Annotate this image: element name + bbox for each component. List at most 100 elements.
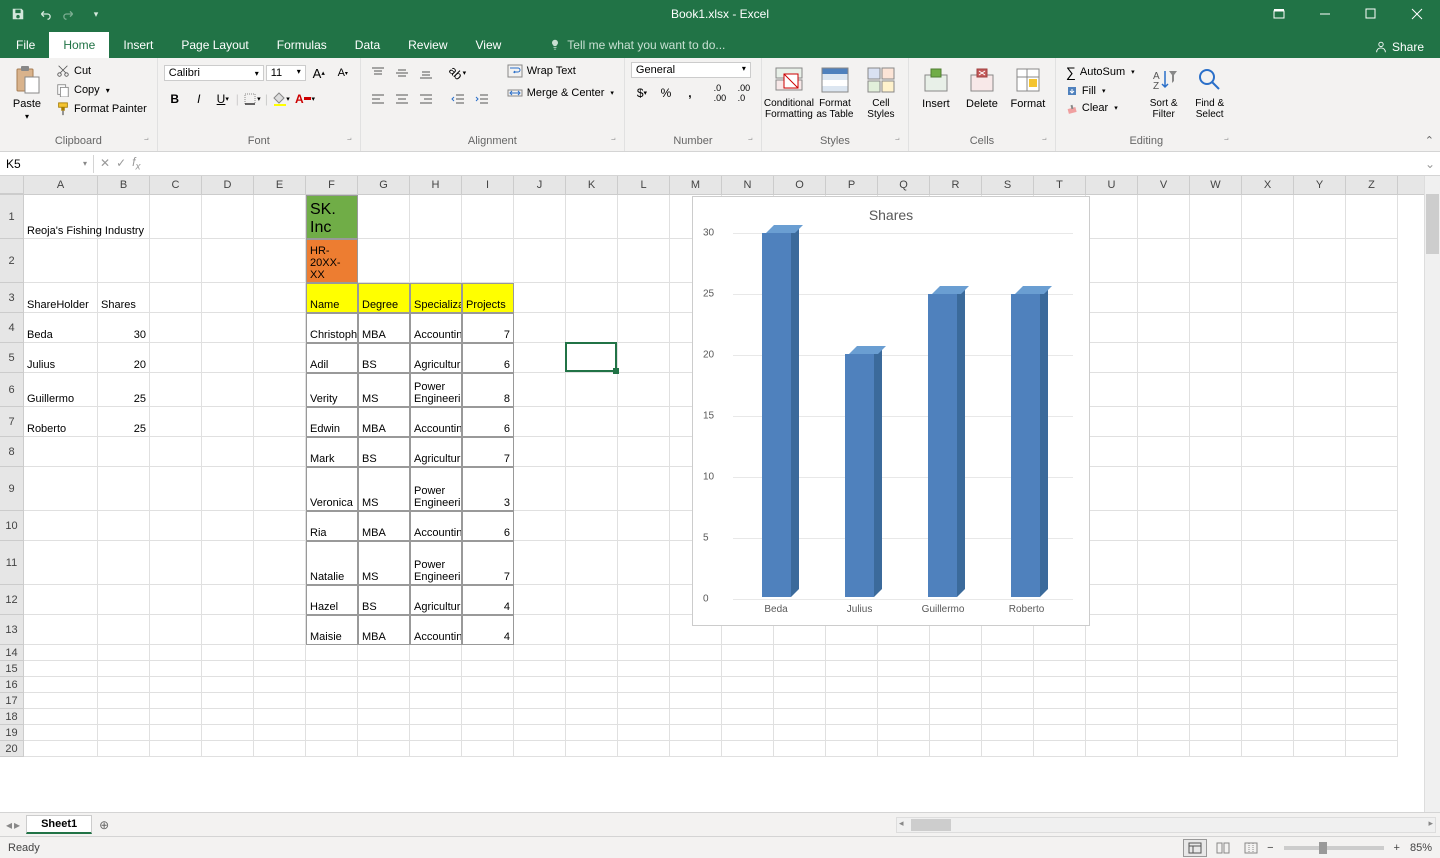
cell-H5[interactable]: Agriculture <box>410 343 462 373</box>
embedded-chart[interactable]: Shares 051015202530BedaJuliusGuillermoRo… <box>692 196 1090 626</box>
row-header[interactable]: 13 <box>0 615 24 645</box>
cell-A5[interactable]: Julius <box>24 343 98 373</box>
redo-icon[interactable] <box>58 2 82 26</box>
column-header[interactable]: V <box>1138 176 1190 194</box>
column-header[interactable]: G <box>358 176 410 194</box>
column-header[interactable]: U <box>1086 176 1138 194</box>
number-format-select[interactable]: General▾ <box>631 62 751 78</box>
column-header[interactable]: H <box>410 176 462 194</box>
cell-B4[interactable]: 30 <box>98 313 150 343</box>
cell-G11[interactable]: MS <box>358 541 410 585</box>
cell-A3[interactable]: ShareHolder <box>24 283 98 313</box>
cell-F6[interactable]: Verity <box>306 373 358 407</box>
align-center-icon[interactable] <box>391 88 413 110</box>
cell-H11[interactable]: Power Engineering <box>410 541 462 585</box>
ribbon-display-icon[interactable] <box>1256 0 1302 28</box>
underline-button[interactable]: U▾ <box>212 88 234 110</box>
cell-I12[interactable]: 4 <box>462 585 514 615</box>
cell-I8[interactable]: 7 <box>462 437 514 467</box>
select-all-corner[interactable] <box>0 176 24 194</box>
name-box[interactable]: K5▾ <box>0 155 94 173</box>
cell-G9[interactable]: MS <box>358 467 410 511</box>
sort-filter-button[interactable]: AZSort & Filter <box>1143 62 1185 122</box>
cell-A7[interactable]: Roberto <box>24 407 98 437</box>
row-header[interactable]: 20 <box>0 741 24 757</box>
row-header[interactable]: 7 <box>0 407 24 437</box>
cell-G13[interactable]: MBA <box>358 615 410 645</box>
cell-G8[interactable]: BS <box>358 437 410 467</box>
cell-G7[interactable]: MBA <box>358 407 410 437</box>
worksheet-grid[interactable]: ABCDEFGHIJKLMNOPQRSTUVWXYZ 1234567891011… <box>0 176 1440 812</box>
column-header[interactable]: N <box>722 176 774 194</box>
tab-formulas[interactable]: Formulas <box>263 32 341 58</box>
cell-G5[interactable]: BS <box>358 343 410 373</box>
zoom-in-icon[interactable]: + <box>1394 842 1400 854</box>
cell-I6[interactable]: 8 <box>462 373 514 407</box>
align-top-icon[interactable] <box>367 62 389 84</box>
collapse-ribbon-icon[interactable]: ⌃ <box>1425 134 1434 147</box>
cell-H12[interactable]: Agriculture <box>410 585 462 615</box>
cell-I5[interactable]: 6 <box>462 343 514 373</box>
currency-icon[interactable]: $▾ <box>631 82 653 104</box>
column-header[interactable]: M <box>670 176 722 194</box>
bold-button[interactable]: B <box>164 88 186 110</box>
row-header[interactable]: 12 <box>0 585 24 615</box>
cell-H8[interactable]: Agriculture <box>410 437 462 467</box>
column-header[interactable]: D <box>202 176 254 194</box>
cell-A1[interactable]: Reoja's Fishing Industry <box>24 195 202 239</box>
cell-B6[interactable]: 25 <box>98 373 150 407</box>
tab-page-layout[interactable]: Page Layout <box>167 32 262 58</box>
row-header[interactable]: 6 <box>0 373 24 407</box>
cell-G10[interactable]: MBA <box>358 511 410 541</box>
column-header[interactable]: I <box>462 176 514 194</box>
undo-icon[interactable] <box>32 2 56 26</box>
row-header[interactable]: 17 <box>0 693 24 709</box>
column-header[interactable]: O <box>774 176 826 194</box>
column-header[interactable]: T <box>1034 176 1086 194</box>
copy-button[interactable]: Copy▾ <box>52 81 151 99</box>
horizontal-scrollbar[interactable]: ◂ ▸ <box>896 817 1436 833</box>
delete-cells-button[interactable]: Delete <box>961 62 1003 112</box>
row-header[interactable]: 11 <box>0 541 24 585</box>
cell-I7[interactable]: 6 <box>462 407 514 437</box>
increase-decimal-icon[interactable]: .0.00 <box>709 82 731 104</box>
cell-G6[interactable]: MS <box>358 373 410 407</box>
comma-icon[interactable]: , <box>679 82 701 104</box>
fill-button[interactable]: Fill▾ <box>1062 83 1139 99</box>
cell-I11[interactable]: 7 <box>462 541 514 585</box>
percent-icon[interactable]: % <box>655 82 677 104</box>
cell-F2[interactable]: HR-20XX-XX <box>306 239 358 283</box>
cell-H6[interactable]: Power Engineering <box>410 373 462 407</box>
column-header[interactable]: S <box>982 176 1034 194</box>
tab-home[interactable]: Home <box>49 32 109 58</box>
font-color-button[interactable]: A▾ <box>294 88 316 110</box>
cell-H13[interactable]: Accounting <box>410 615 462 645</box>
fx-icon[interactable]: fx <box>132 155 140 172</box>
row-header[interactable]: 5 <box>0 343 24 373</box>
column-header[interactable]: X <box>1242 176 1294 194</box>
find-select-button[interactable]: Find & Select <box>1189 62 1231 122</box>
row-header[interactable]: 4 <box>0 313 24 343</box>
zoom-level[interactable]: 85% <box>1410 842 1432 854</box>
column-header[interactable]: Y <box>1294 176 1346 194</box>
cell-F12[interactable]: Hazel <box>306 585 358 615</box>
cell-G3[interactable]: Degree <box>358 283 410 313</box>
tab-insert[interactable]: Insert <box>109 32 167 58</box>
share-button[interactable]: Share <box>1366 36 1432 58</box>
align-middle-icon[interactable] <box>391 62 413 84</box>
cell-I9[interactable]: 3 <box>462 467 514 511</box>
row-header[interactable]: 2 <box>0 239 24 283</box>
cell-G12[interactable]: BS <box>358 585 410 615</box>
align-left-icon[interactable] <box>367 88 389 110</box>
column-header[interactable]: A <box>24 176 98 194</box>
cell-I10[interactable]: 6 <box>462 511 514 541</box>
sheet-nav-next-icon[interactable]: ▸ <box>14 818 20 832</box>
format-painter-button[interactable]: Format Painter <box>52 100 151 118</box>
column-header[interactable]: W <box>1190 176 1242 194</box>
row-header[interactable]: 16 <box>0 677 24 693</box>
cell-H3[interactable]: Specialization <box>410 283 462 313</box>
cell-I4[interactable]: 7 <box>462 313 514 343</box>
cell-H7[interactable]: Accounting <box>410 407 462 437</box>
cell-I13[interactable]: 4 <box>462 615 514 645</box>
row-header[interactable]: 19 <box>0 725 24 741</box>
